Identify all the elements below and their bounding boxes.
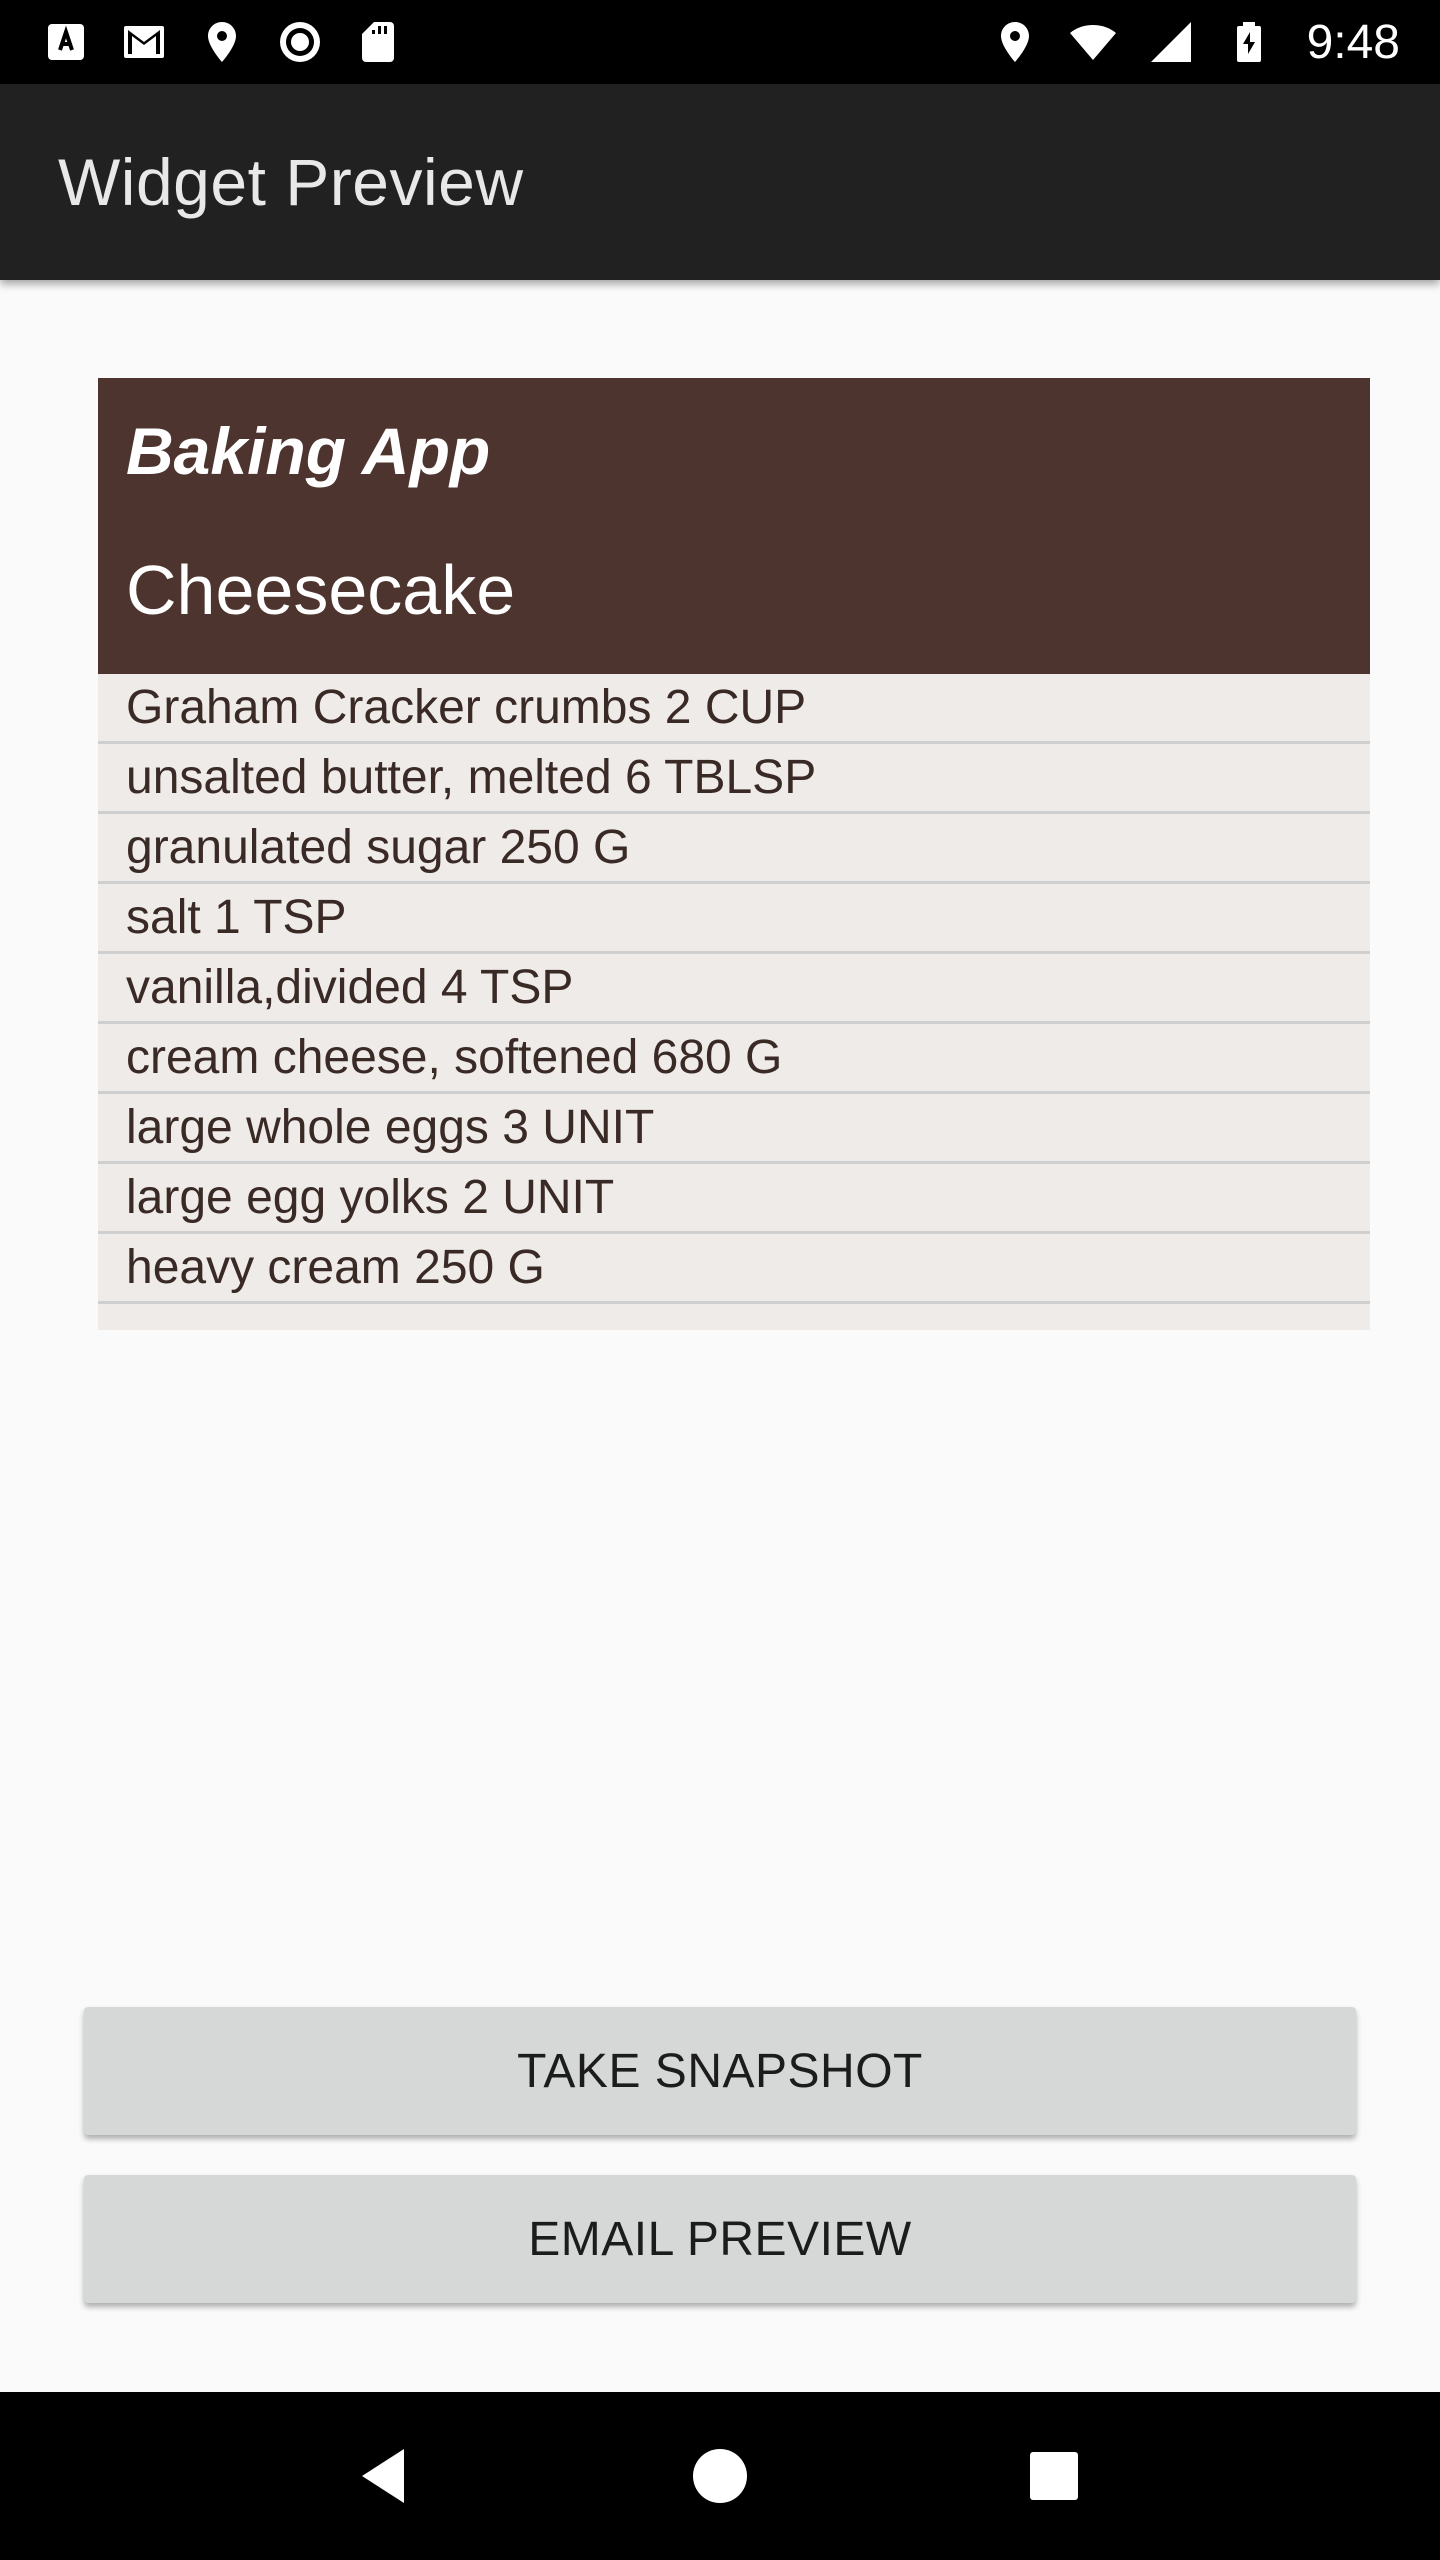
- ingredient-item: large egg yolks 2 UNIT: [98, 1164, 1370, 1234]
- widget-recipe-name: Cheesecake: [126, 550, 516, 629]
- status-bar: 9:48: [0, 0, 1440, 84]
- app-title: Widget Preview: [58, 145, 524, 219]
- location-pin-icon: [991, 18, 1039, 66]
- record-icon: [276, 18, 324, 66]
- gmail-icon: [120, 18, 168, 66]
- ingredient-item: large whole eggs 3 UNIT: [98, 1094, 1370, 1164]
- app-bar: Widget Preview: [0, 84, 1440, 280]
- battery-charging-icon: [1225, 18, 1273, 66]
- widget-app-name: Baking App: [126, 414, 491, 488]
- take-snapshot-button[interactable]: TAKE SNAPSHOT: [84, 2007, 1356, 2135]
- app-a-icon: [42, 18, 90, 66]
- ingredient-item: heavy cream 250 G: [98, 1234, 1370, 1304]
- ingredient-item: vanilla,divided 4 TSP: [98, 954, 1370, 1024]
- ingredient-item: salt 1 TSP: [98, 884, 1370, 954]
- widget-preview: Baking App Cheesecake Graham Cracker cru…: [98, 378, 1370, 1330]
- back-icon[interactable]: [350, 2440, 422, 2512]
- home-icon[interactable]: [684, 2440, 756, 2512]
- ingredient-item: unsalted butter, melted 6 TBLSP: [98, 744, 1370, 814]
- status-notifications: [42, 18, 402, 66]
- widget-header: Baking App Cheesecake: [98, 378, 1370, 674]
- wifi-icon: [1069, 18, 1117, 66]
- ingredient-item: Graham Cracker crumbs 2 CUP: [98, 674, 1370, 744]
- email-preview-button[interactable]: EMAIL PREVIEW: [84, 2175, 1356, 2303]
- navigation-bar: [0, 2392, 1440, 2560]
- clock: 9:48: [1306, 15, 1400, 69]
- recents-icon[interactable]: [1018, 2440, 1090, 2512]
- signal-icon: [1147, 18, 1195, 66]
- ingredient-list: Graham Cracker crumbs 2 CUP unsalted but…: [98, 674, 1370, 1304]
- sd-card-icon: [354, 18, 402, 66]
- ingredient-item: granulated sugar 250 G: [98, 814, 1370, 884]
- status-system: 9:48: [991, 15, 1400, 70]
- ingredient-item: cream cheese, softened 680 G: [98, 1024, 1370, 1094]
- location-pin-icon: [198, 18, 246, 66]
